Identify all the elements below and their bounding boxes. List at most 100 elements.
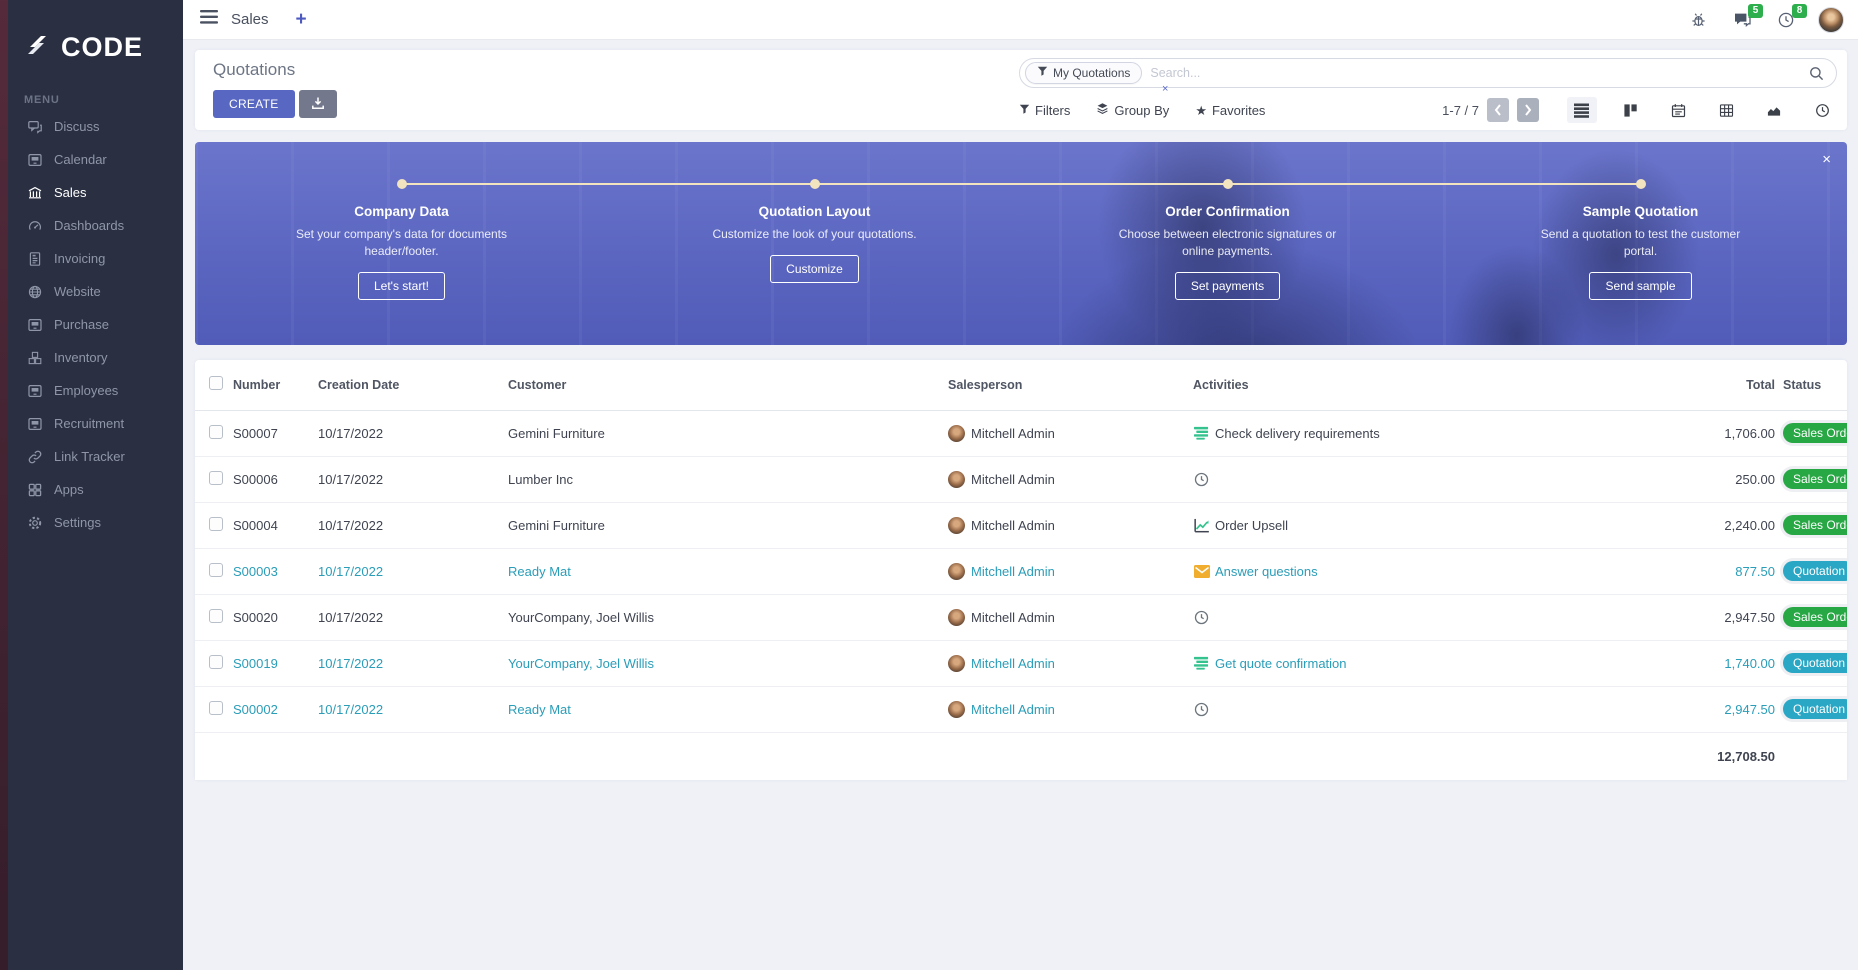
calendar-view-button[interactable] (1663, 97, 1693, 123)
search-icon[interactable] (1809, 66, 1824, 81)
hamburger-menu-icon[interactable] (200, 10, 218, 29)
row-checkbox[interactable] (209, 471, 223, 485)
salesperson-name: Mitchell Admin (971, 610, 1055, 625)
status-badge: Sales Order (1783, 607, 1847, 627)
column-header-activities[interactable]: Activities (1193, 360, 1610, 410)
sidebar-item-recruitment[interactable]: Recruitment (0, 407, 183, 440)
column-header-creation-date[interactable]: Creation Date (318, 360, 508, 410)
column-header-salesperson[interactable]: Salesperson (948, 360, 1193, 410)
graph-view-button[interactable] (1759, 97, 1789, 123)
creation-date: 10/17/2022 (318, 656, 383, 671)
column-header-number[interactable]: Number (233, 360, 318, 410)
table-row[interactable]: S00019 10/17/2022 YourCompany, Joel Will… (195, 640, 1847, 686)
row-checkbox[interactable] (209, 563, 223, 577)
brand-name: CODE (61, 32, 143, 63)
sidebar-item-label: Inventory (54, 350, 107, 365)
column-header-customer[interactable]: Customer (508, 360, 948, 410)
activity-cell[interactable]: Check delivery requirements (1193, 425, 1610, 442)
sidebar-item-purchase[interactable]: Purchase (0, 308, 183, 341)
facet-remove-icon[interactable]: × (1162, 83, 1168, 95)
activity-cell[interactable]: Order Upsell (1193, 517, 1610, 534)
messages-icon[interactable]: 5 (1730, 8, 1754, 32)
select-all-checkbox[interactable] (209, 376, 223, 390)
table-row[interactable]: S00004 10/17/2022 Gemini Furniture Mitch… (195, 502, 1847, 548)
step-description: Set your company's data for documents he… (289, 226, 514, 260)
search-bar[interactable]: My Quotations × (1019, 58, 1837, 88)
lets-start-button[interactable]: Let's start! (358, 272, 445, 300)
quotation-total: 2,947.50 (1724, 702, 1775, 717)
table-row[interactable]: S00020 10/17/2022 YourCompany, Joel Will… (195, 594, 1847, 640)
active-app-name[interactable]: Sales (231, 11, 269, 28)
bug-icon[interactable] (1686, 8, 1710, 32)
app-logo[interactable]: CODE (0, 0, 183, 72)
tasks-activity-icon (1193, 425, 1210, 442)
activity-view-button[interactable] (1807, 97, 1837, 123)
row-checkbox[interactable] (209, 701, 223, 715)
favorites-button[interactable]: ★ Favorites (1195, 103, 1265, 118)
status-badge: Quotation Sent (1783, 653, 1847, 673)
table-row[interactable]: S00007 10/17/2022 Gemini Furniture Mitch… (195, 410, 1847, 456)
sidebar-item-employees[interactable]: Employees (0, 374, 183, 407)
table-row[interactable]: S00003 10/17/2022 Ready Mat Mitchell Adm… (195, 548, 1847, 594)
new-tab-button[interactable]: + (296, 10, 307, 29)
quotation-total: 250.00 (1735, 472, 1775, 487)
salesperson-avatar (948, 701, 965, 718)
kanban-view-button[interactable] (1615, 97, 1645, 123)
sidebar-item-label: Employees (54, 383, 118, 398)
step-title: Order Confirmation (1021, 204, 1434, 219)
user-avatar[interactable] (1818, 7, 1844, 33)
sidebar-item-settings[interactable]: Settings (0, 506, 183, 539)
search-input[interactable] (1150, 66, 1803, 80)
pivot-view-button[interactable] (1711, 97, 1741, 123)
group-by-button[interactable]: Group By (1096, 102, 1169, 118)
sidebar-item-link-tracker[interactable]: Link Tracker (0, 440, 183, 473)
search-facet-label: My Quotations (1053, 66, 1130, 80)
customer-name: YourCompany, Joel Willis (508, 610, 654, 625)
filters-button[interactable]: Filters (1019, 103, 1070, 118)
activity-cell[interactable] (1193, 609, 1610, 626)
step-dot (810, 179, 820, 189)
activity-cell[interactable] (1193, 471, 1610, 488)
sidebar-item-inventory[interactable]: Inventory (0, 341, 183, 374)
status-badge: Quotation (1783, 699, 1847, 719)
customize-button[interactable]: Customize (770, 255, 859, 283)
activity-clock-icon[interactable]: 8 (1774, 8, 1798, 32)
column-header-total[interactable]: Total (1610, 360, 1775, 410)
list-view-button[interactable] (1567, 97, 1597, 123)
sidebar-item-calendar[interactable]: Calendar (0, 143, 183, 176)
sidebar-item-label: Invoicing (54, 251, 105, 266)
pager-next-button[interactable] (1517, 98, 1539, 122)
salesperson-avatar (948, 517, 965, 534)
sidebar-item-website[interactable]: Website (0, 275, 183, 308)
activity-cell[interactable]: Get quote confirmation (1193, 655, 1610, 672)
send-sample-button[interactable]: Send sample (1589, 272, 1691, 300)
menu-section-label: MENU (0, 72, 183, 110)
export-button[interactable] (299, 90, 337, 118)
creation-date: 10/17/2022 (318, 472, 383, 487)
salesperson-avatar (948, 655, 965, 672)
sidebar-item-dashboards[interactable]: Dashboards (0, 209, 183, 242)
pager-prev-button[interactable] (1487, 98, 1509, 122)
column-header-status[interactable]: Status (1775, 360, 1847, 410)
activity-cell[interactable]: Answer questions (1193, 563, 1610, 580)
create-button[interactable]: CREATE (213, 90, 295, 118)
clock-activity-icon (1193, 471, 1210, 488)
row-checkbox[interactable] (209, 655, 223, 669)
set-payments-button[interactable]: Set payments (1175, 272, 1280, 300)
sidebar-item-apps[interactable]: Apps (0, 473, 183, 506)
onboarding-step-quotation-layout: Quotation Layout Customize the look of y… (608, 142, 1021, 345)
main-area: Sales + 5 8 Quotati (183, 0, 1858, 970)
sidebar-item-sales[interactable]: Sales (0, 176, 183, 209)
row-checkbox[interactable] (209, 425, 223, 439)
sidebar-item-discuss[interactable]: Discuss (0, 110, 183, 143)
search-facet[interactable]: My Quotations (1025, 62, 1142, 84)
row-checkbox[interactable] (209, 517, 223, 531)
sidebar-item-invoicing[interactable]: Invoicing (0, 242, 183, 275)
table-row[interactable]: S00002 10/17/2022 Ready Mat Mitchell Adm… (195, 686, 1847, 732)
table-row[interactable]: S00006 10/17/2022 Lumber Inc Mitchell Ad… (195, 456, 1847, 502)
sidebar-item-label: Purchase (54, 317, 109, 332)
activity-cell[interactable] (1193, 701, 1610, 718)
row-checkbox[interactable] (209, 609, 223, 623)
invoice-icon (26, 250, 43, 267)
activity-label: Answer questions (1215, 564, 1318, 579)
